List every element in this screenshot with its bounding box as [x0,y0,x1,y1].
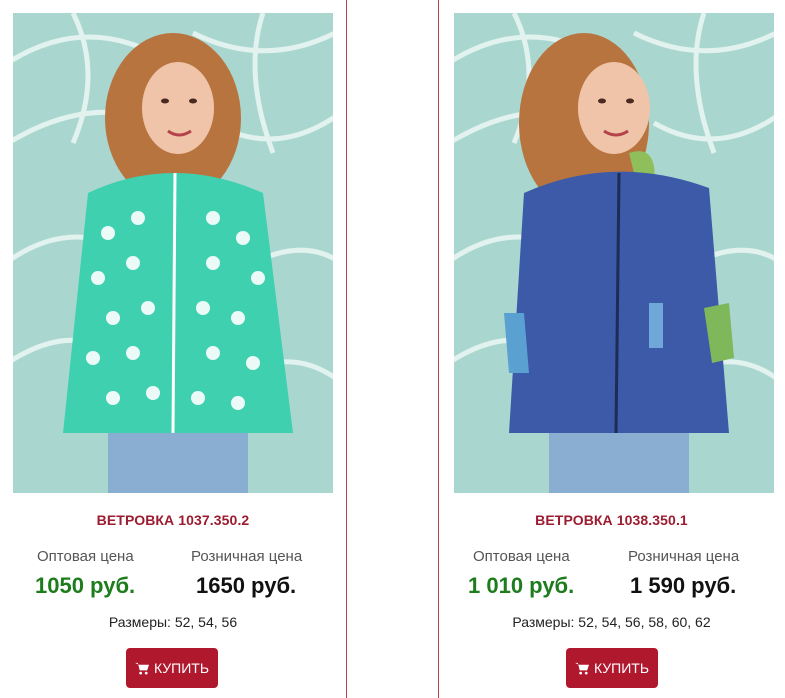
retail-price: 1650 руб. [196,573,297,598]
shopping-cart-icon [135,662,149,675]
wholesale-price: 1050 руб. [35,573,136,598]
wholesale-price-label: Оптовая цена [37,548,134,565]
retail-price-label: Розничная цена [628,548,740,565]
retail-price: 1 590 руб. [630,573,737,598]
shopping-cart-icon [575,662,589,675]
product-photo[interactable] [454,13,774,493]
buy-button[interactable]: КУПИТЬ [126,648,218,688]
product-card: ВЕТРОВКА 1038.350.1 Оптовая цена Розничн… [438,0,784,698]
wholesale-price: 1 010 руб. [468,573,575,598]
product-photo[interactable] [13,13,333,493]
buy-button-label: КУПИТЬ [153,660,210,676]
buy-button-label: КУПИТЬ [593,660,650,676]
sizes-text: Размеры: 52, 54, 56, 58, 60, 62 [512,614,711,630]
product-image [454,13,774,493]
product-title[interactable]: ВЕТРОВКА 1038.350.1 [439,512,784,528]
product-card: ВЕТРОВКА 1037.350.2 Оптовая цена Розничн… [0,0,347,698]
wholesale-price-label: Оптовая цена [473,548,570,565]
product-image [13,13,333,493]
sizes-text: Размеры: 52, 54, 56 [108,614,238,630]
product-title[interactable]: ВЕТРОВКА 1037.350.2 [0,512,346,528]
buy-button[interactable]: КУПИТЬ [566,648,658,688]
retail-price-label: Розничная цена [191,548,303,565]
